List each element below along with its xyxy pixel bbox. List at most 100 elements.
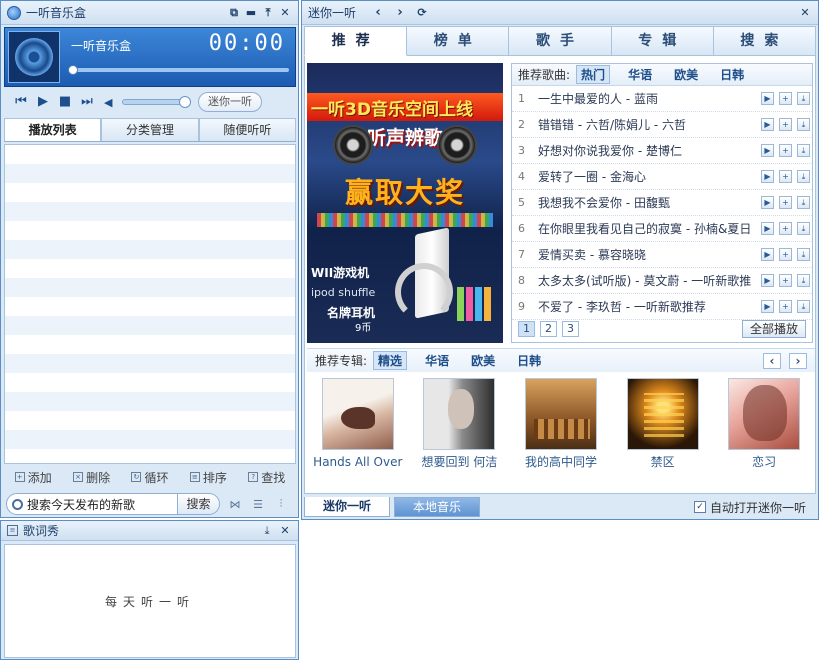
refresh-icon[interactable]: ⟳: [414, 6, 430, 19]
song-row[interactable]: 2 错错错 - 六哲/陈娟儿 - 六哲 ▶ + ⤓: [512, 112, 812, 138]
tab-random[interactable]: 随便听听: [198, 118, 296, 141]
album-name[interactable]: 恋习: [719, 454, 809, 471]
album-cat-chinese[interactable]: 华语: [421, 352, 453, 369]
add-song-icon[interactable]: +: [779, 92, 792, 105]
album-cover-image[interactable]: [728, 378, 801, 450]
album-item[interactable]: 想要回到 何洁: [414, 378, 504, 488]
lyrics-titlebar[interactable]: ≡ 歌词秀 ⤓ ✕: [1, 521, 298, 541]
collapse-icon[interactable]: ⤒: [261, 6, 275, 20]
player-titlebar[interactable]: 一听音乐盒 ⧉ ▬ ⤒ ✕: [1, 1, 298, 25]
previous-icon[interactable]: ⏮: [10, 92, 32, 112]
play-song-icon[interactable]: ▶: [761, 300, 774, 313]
album-item[interactable]: Hands All Over: [313, 378, 403, 488]
stop-icon[interactable]: ■: [54, 92, 76, 112]
page-3[interactable]: 3: [562, 321, 579, 337]
mini-titlebar[interactable]: 迷你一听 ‹ › ⟳ ✕: [302, 1, 818, 25]
list-detail-icon[interactable]: ☰: [250, 498, 266, 511]
album-cover-image[interactable]: [423, 378, 496, 450]
download-song-icon[interactable]: ⤓: [797, 92, 810, 105]
close-icon[interactable]: ✕: [278, 6, 292, 20]
play-song-icon[interactable]: ▶: [761, 170, 774, 183]
album-cat-featured[interactable]: 精选: [373, 351, 408, 370]
add-song-icon[interactable]: +: [779, 144, 792, 157]
add-song-icon[interactable]: +: [779, 300, 792, 313]
back-arrow-icon[interactable]: ‹: [370, 5, 386, 20]
add-song-icon[interactable]: +: [779, 274, 792, 287]
add-song-icon[interactable]: +: [779, 196, 792, 209]
song-row[interactable]: 7 爱情买卖 - 慕容晓晓 ▶ + ⤓: [512, 242, 812, 268]
volume-icon[interactable]: ◀: [104, 96, 120, 109]
forward-arrow-icon[interactable]: ›: [392, 5, 408, 20]
song-title[interactable]: 在你眼里我看见自己的寂寞 - 孙楠&夏日: [538, 220, 756, 237]
download-song-icon[interactable]: ⤓: [797, 222, 810, 235]
song-row[interactable]: 8 太多太多(试听版) - 莫文蔚 - 一听新歌推 ▶ + ⤓: [512, 268, 812, 294]
minimize-icon[interactable]: ▬: [244, 6, 258, 20]
album-cat-jpkr[interactable]: 日韩: [513, 352, 545, 369]
progress-knob[interactable]: [68, 65, 78, 75]
song-title[interactable]: 爱情买卖 - 慕容晓晓: [538, 246, 756, 263]
song-row[interactable]: 1 一生中最爱的人 - 蓝雨 ▶ + ⤓: [512, 86, 812, 112]
album-item[interactable]: 恋习: [719, 378, 809, 488]
song-row[interactable]: 9 不爱了 - 李玖哲 - 一听新歌推荐 ▶ + ⤓: [512, 294, 812, 320]
delete-button[interactable]: × 删除: [73, 469, 110, 486]
lyrics-close-icon[interactable]: ✕: [278, 524, 292, 537]
next-icon[interactable]: ⏭: [76, 92, 98, 112]
promo-banner[interactable]: 一听3D音乐空间上线 听声辨歌 赢取大奖 WII游戏机 ipod shuffle…: [307, 63, 503, 343]
download-song-icon[interactable]: ⤓: [797, 274, 810, 287]
albums-next-icon[interactable]: ›: [789, 352, 807, 369]
song-title[interactable]: 错错错 - 六哲/陈娟儿 - 六哲: [538, 116, 756, 133]
page-1[interactable]: 1: [518, 321, 535, 337]
add-song-icon[interactable]: +: [779, 248, 792, 261]
tab-search[interactable]: 搜索: [713, 26, 817, 56]
volume-slider[interactable]: [122, 96, 191, 108]
song-cat-western[interactable]: 欧美: [670, 66, 702, 83]
search-button[interactable]: 搜索: [178, 493, 220, 515]
album-cover-image[interactable]: [524, 378, 597, 450]
song-title[interactable]: 不爱了 - 李玖哲 - 一听新歌推荐: [538, 298, 756, 315]
album-name[interactable]: Hands All Over: [313, 454, 403, 471]
pin-icon[interactable]: ⤓: [260, 524, 274, 538]
song-title[interactable]: 我想我不会爱你 - 田馥甄: [538, 194, 756, 211]
add-song-icon[interactable]: +: [779, 170, 792, 183]
play-all-button[interactable]: 全部播放: [742, 320, 806, 338]
play-icon[interactable]: ▶: [32, 92, 54, 112]
album-name[interactable]: 我的高中同学: [516, 454, 606, 471]
album-item[interactable]: 禁区: [618, 378, 708, 488]
equalizer-icon[interactable]: ⫶: [273, 497, 289, 511]
tab-category[interactable]: 分类管理: [101, 118, 199, 141]
play-song-icon[interactable]: ▶: [761, 222, 774, 235]
play-song-icon[interactable]: ▶: [761, 248, 774, 261]
download-song-icon[interactable]: ⤓: [797, 196, 810, 209]
download-song-icon[interactable]: ⤓: [797, 118, 810, 131]
play-song-icon[interactable]: ▶: [761, 118, 774, 131]
song-row[interactable]: 6 在你眼里我看见自己的寂寞 - 孙楠&夏日 ▶ + ⤓: [512, 216, 812, 242]
mini-mode-button[interactable]: 迷你一听: [198, 92, 262, 112]
albums-prev-icon[interactable]: ‹: [763, 352, 781, 369]
playlist-area[interactable]: [4, 144, 296, 464]
play-song-icon[interactable]: ▶: [761, 92, 774, 105]
tab-local-music[interactable]: 本地音乐: [394, 497, 480, 517]
tab-recommend[interactable]: 推荐: [304, 26, 408, 56]
album-item[interactable]: 我的高中同学: [516, 378, 606, 488]
sort-button[interactable]: ≡ 排序: [189, 469, 227, 486]
auto-open-option[interactable]: ✓ 自动打开迷你一听: [693, 499, 806, 516]
skin-icon[interactable]: ⧉: [227, 6, 241, 20]
search-box[interactable]: [6, 493, 178, 515]
song-title[interactable]: 太多太多(试听版) - 莫文蔚 - 一听新歌推: [538, 272, 756, 289]
tab-charts[interactable]: 榜单: [407, 26, 510, 56]
play-song-icon[interactable]: ▶: [761, 274, 774, 287]
search-input[interactable]: [27, 497, 172, 511]
download-song-icon[interactable]: ⤓: [797, 248, 810, 261]
find-button[interactable]: ? 查找: [248, 469, 285, 486]
tab-mini-listen[interactable]: 迷你一听: [304, 497, 390, 517]
loop-button[interactable]: ↻ 循环: [131, 469, 168, 486]
album-cat-western[interactable]: 欧美: [467, 352, 499, 369]
progress-bar[interactable]: [68, 65, 289, 75]
song-cat-chinese[interactable]: 华语: [624, 66, 656, 83]
song-title[interactable]: 爱转了一圈 - 金海心: [538, 168, 756, 185]
song-row[interactable]: 4 爱转了一圈 - 金海心 ▶ + ⤓: [512, 164, 812, 190]
play-song-icon[interactable]: ▶: [761, 196, 774, 209]
tab-playlist[interactable]: 播放列表: [4, 118, 102, 141]
song-row[interactable]: 3 好想对你说我爱你 - 楚博仁 ▶ + ⤓: [512, 138, 812, 164]
download-song-icon[interactable]: ⤓: [797, 144, 810, 157]
